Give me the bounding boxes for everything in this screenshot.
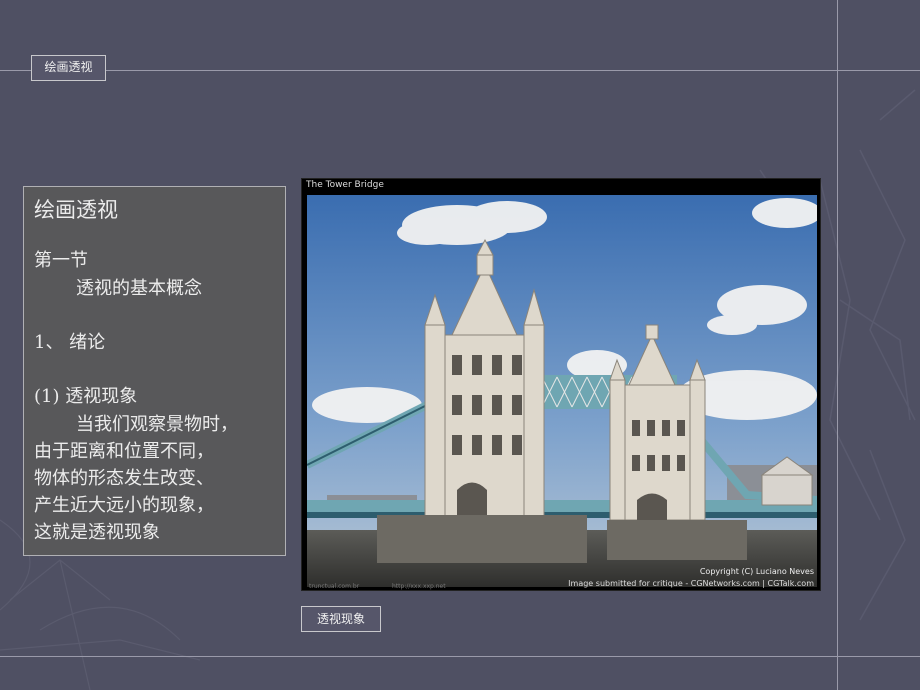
paragraph-line: 由于距离和位置不同，	[34, 441, 214, 462]
section-label: 第一节	[34, 250, 88, 271]
box-title: 绘画透视	[34, 198, 118, 222]
text-content-box: 绘画透视 第一节 透视的基本概念 1、 绪论 (1) 透视现象 当我们观察景物时…	[23, 186, 286, 556]
tower-bridge-photo: The Tower Bridge Copyright (C) Luciano N…	[301, 178, 821, 591]
paragraph-line: 产生近大远小的现象，	[34, 495, 214, 516]
photo-watermark-mid: http://xxx.xxp.net	[392, 583, 446, 590]
section-tag: 绘画透视	[31, 55, 106, 81]
top-rule	[0, 70, 920, 71]
photo-copyright: Copyright (C) Luciano Neves	[699, 567, 814, 576]
paragraph-line: 当我们观察景物时，	[76, 414, 238, 435]
right-rule	[837, 0, 838, 690]
photo-title: The Tower Bridge	[306, 180, 384, 190]
chapter-heading: 1、 绪论	[34, 332, 106, 353]
photo-credit: Image submitted for critique - CGNetwork…	[568, 579, 814, 588]
paragraph-line: 物体的形态发生改变、	[34, 468, 214, 489]
bridge-illustration	[307, 195, 817, 587]
topic-heading: (1) 透视现象	[34, 386, 138, 407]
bottom-rule	[0, 656, 920, 657]
paragraph-line: 这就是透视现象	[34, 522, 160, 543]
photo-watermark-left: trunctual.com.br	[309, 583, 360, 590]
photo-caption: 透视现象	[301, 606, 381, 632]
photo-image	[307, 195, 817, 587]
section-subtitle: 透视的基本概念	[76, 278, 202, 299]
